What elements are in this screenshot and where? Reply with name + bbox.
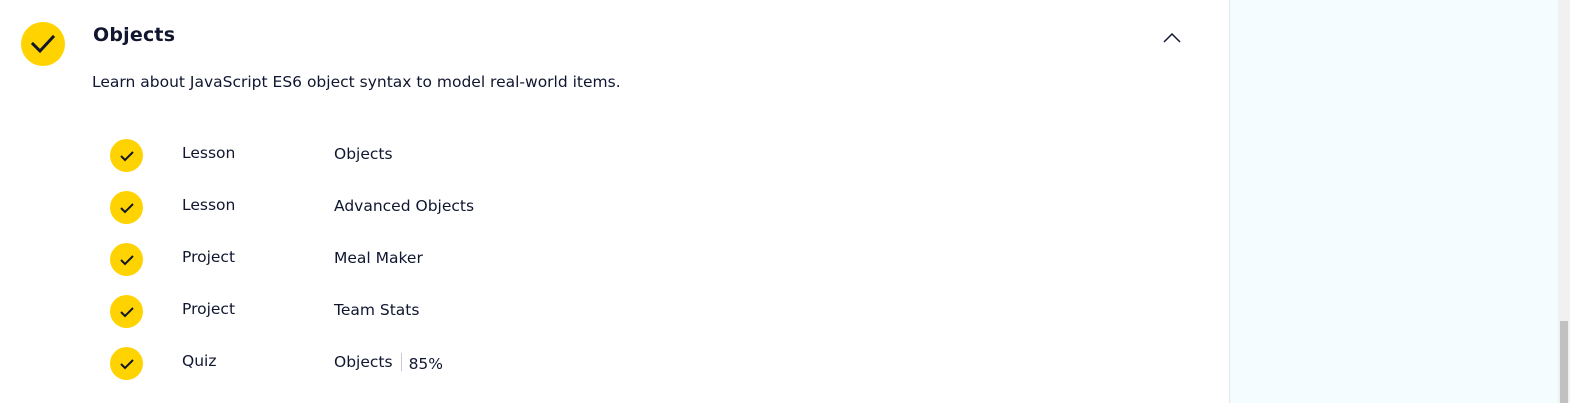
item-link[interactable]: Advanced Objects (334, 197, 474, 215)
item-type: Lesson (182, 196, 236, 214)
item-type: Project (182, 300, 236, 318)
check-icon (110, 139, 143, 172)
check-icon (110, 191, 143, 224)
right-sidebar (1230, 0, 1558, 403)
item-type: Lesson (182, 144, 236, 162)
page: Objects Learn about JavaScript ES6 objec… (0, 0, 1570, 403)
item-link[interactable]: Objects (334, 145, 393, 163)
item-type: Project (182, 248, 236, 266)
check-icon (110, 243, 143, 276)
item-link-with-score[interactable]: Objects 85% (334, 352, 444, 373)
list-item: Lesson Objects (110, 139, 710, 173)
item-type: Quiz (182, 352, 217, 370)
quiz-score: 85% (408, 355, 444, 373)
item-name: Objects (334, 353, 393, 371)
list-item: Project Team Stats (110, 295, 710, 329)
collapse-toggle-button[interactable] (1158, 24, 1186, 52)
scrollbar-thumb[interactable] (1560, 321, 1568, 403)
module-title: Objects (93, 24, 176, 46)
check-icon (110, 295, 143, 328)
list-item: Quiz Objects 85% (110, 347, 710, 381)
item-link[interactable]: Meal Maker (334, 249, 423, 267)
list-item: Lesson Advanced Objects (110, 191, 710, 225)
list-item: Project Meal Maker (110, 243, 710, 277)
check-icon (110, 347, 143, 380)
chevron-up-icon (1163, 32, 1181, 43)
module-complete-check-icon (21, 22, 65, 66)
item-link[interactable]: Team Stats (334, 301, 419, 319)
module-section: Objects Learn about JavaScript ES6 objec… (0, 0, 1229, 403)
score-divider (400, 352, 402, 371)
module-description: Learn about JavaScript ES6 object syntax… (92, 73, 621, 91)
